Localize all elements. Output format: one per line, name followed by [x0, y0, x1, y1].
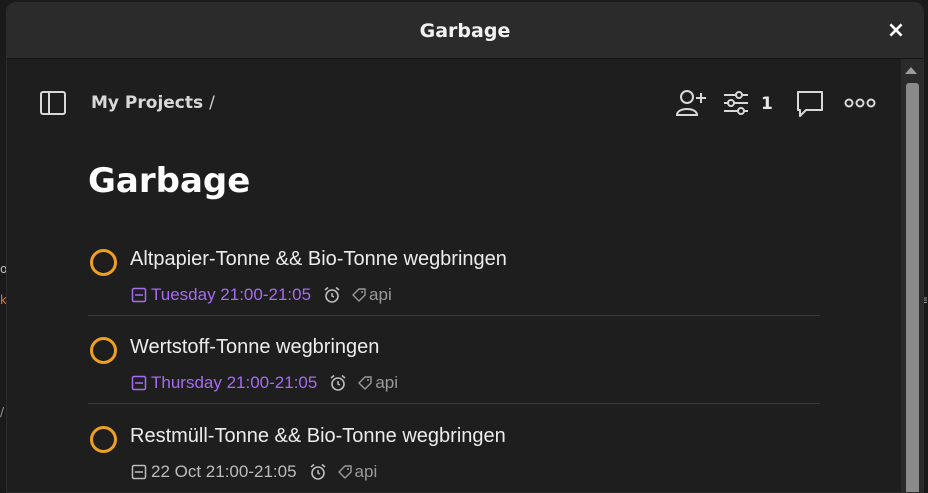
- tag-icon: [358, 376, 373, 390]
- filter-button[interactable]: [722, 89, 750, 121]
- calendar-icon: [131, 287, 147, 303]
- breadcrumb: My Projects /: [91, 93, 215, 113]
- more-options-button[interactable]: [844, 95, 876, 114]
- filter-count: 1: [761, 94, 773, 114]
- task-complete-checkbox[interactable]: [90, 249, 117, 276]
- breadcrumb-my-projects[interactable]: My Projects: [91, 93, 203, 113]
- breadcrumb-separator: /: [209, 93, 215, 113]
- task-meta: Thursday 21:00-21:05 api: [131, 373, 398, 393]
- task-label[interactable]: api: [351, 285, 392, 305]
- more-icon: [844, 98, 876, 108]
- task-divider: [88, 403, 820, 404]
- task-label[interactable]: api: [357, 373, 398, 393]
- task-meta: Tuesday 21:00-21:05 api: [131, 285, 392, 305]
- tag-icon: [352, 288, 366, 302]
- close-button[interactable]: ×: [885, 20, 907, 42]
- task-divider: [88, 315, 820, 316]
- task-label-text: api: [369, 285, 392, 304]
- task-due-date[interactable]: 22 Oct 21:00-21:05: [131, 462, 297, 482]
- window-title: Garbage: [419, 19, 511, 42]
- tag-icon: [337, 465, 352, 479]
- scroll-up-arrow-icon[interactable]: [905, 67, 917, 74]
- share-button[interactable]: [675, 89, 707, 121]
- task-reminder[interactable]: [309, 463, 327, 481]
- task-complete-checkbox[interactable]: [90, 337, 117, 364]
- task-due-date-text: Tuesday 21:00-21:05: [151, 285, 312, 304]
- sidebar-toggle-icon: [40, 91, 66, 115]
- alarm-icon: [330, 374, 346, 391]
- page-title: Garbage: [88, 161, 251, 201]
- sidebar-toggle-button[interactable]: [39, 90, 67, 116]
- comment-icon: [797, 91, 823, 117]
- task-reminder[interactable]: [329, 374, 347, 392]
- comments-button[interactable]: [795, 89, 825, 123]
- task-due-date-text: 22 Oct 21:00-21:05: [151, 462, 297, 481]
- vertical-scrollbar[interactable]: [901, 59, 923, 492]
- task-meta: 22 Oct 21:00-21:05 api: [131, 462, 377, 482]
- task-reminder[interactable]: [323, 286, 341, 304]
- scrollbar-thumb[interactable]: [906, 83, 919, 492]
- title-bar: Garbage ×: [7, 3, 923, 59]
- task-label-text: api: [375, 373, 399, 392]
- task-item[interactable]: Wertstoff-Tonne wegbringen Thursday 21:0…: [88, 329, 820, 417]
- task-due-date[interactable]: Thursday 21:00-21:05: [131, 373, 317, 393]
- task-item[interactable]: Altpapier-Tonne && Bio-Tonne wegbringen …: [88, 241, 820, 329]
- alarm-icon: [310, 463, 326, 480]
- task-name[interactable]: Wertstoff-Tonne wegbringen: [130, 336, 379, 359]
- background-window-edge: /: [0, 405, 5, 419]
- calendar-icon: [131, 464, 147, 480]
- close-icon: ×: [886, 18, 906, 43]
- task-complete-checkbox[interactable]: [90, 426, 117, 453]
- task-due-date-text: Thursday 21:00-21:05: [151, 373, 318, 392]
- calendar-icon: [131, 375, 147, 391]
- add-person-icon: [675, 90, 706, 116]
- task-window: Garbage × My Projects / 1 Garbage Altpap…: [6, 2, 924, 493]
- filter-sliders-icon: [724, 91, 748, 115]
- task-item[interactable]: Restmüll-Tonne && Bio-Tonne wegbringen 2…: [88, 418, 820, 492]
- task-label[interactable]: api: [337, 462, 378, 482]
- task-name[interactable]: Restmüll-Tonne && Bio-Tonne wegbringen: [130, 425, 506, 448]
- task-due-date[interactable]: Tuesday 21:00-21:05: [131, 285, 311, 305]
- alarm-icon: [324, 286, 340, 303]
- task-label-text: api: [354, 462, 378, 481]
- task-name[interactable]: Altpapier-Tonne && Bio-Tonne wegbringen: [130, 248, 507, 271]
- project-toolbar: My Projects / 1: [7, 59, 897, 147]
